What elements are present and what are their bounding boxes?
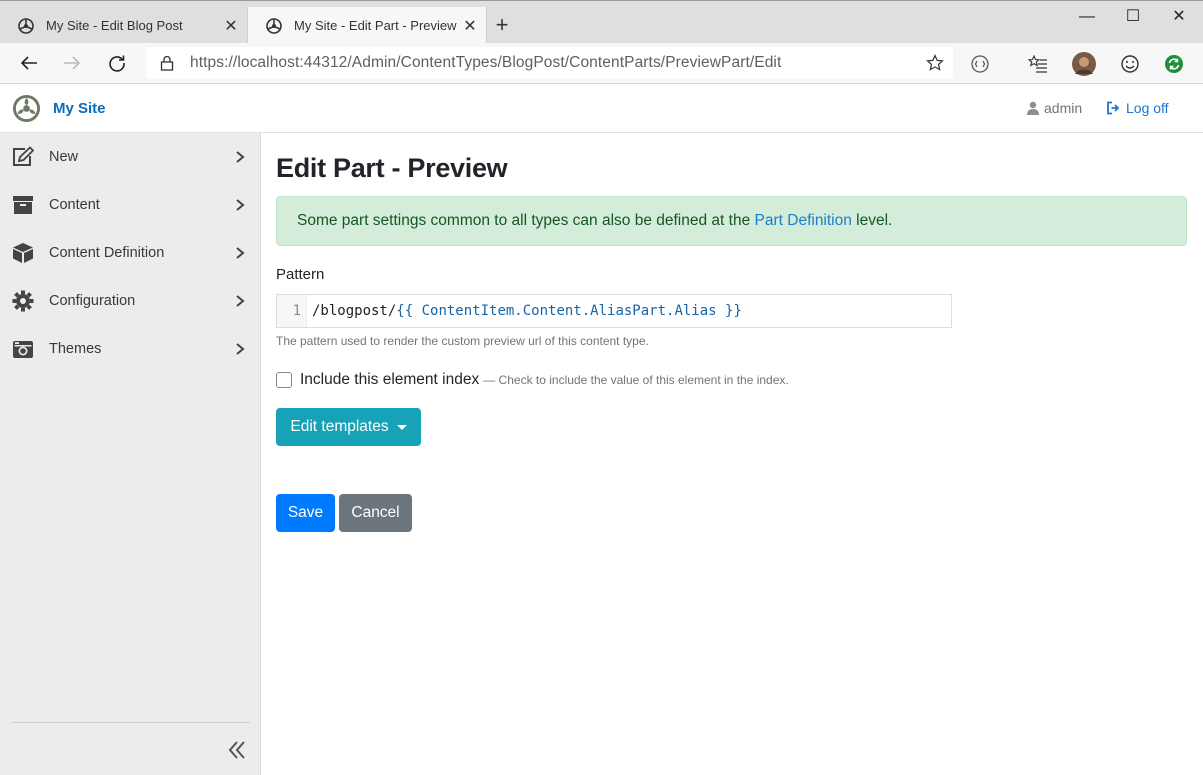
include-index-row: Include this element index — Check to in… — [276, 371, 789, 389]
sidebar-item-themes[interactable]: Themes — [0, 325, 261, 373]
sidebar-item-label: Configuration — [49, 293, 136, 309]
reader-mode-icon[interactable] — [967, 51, 993, 77]
info-alert: Some part settings common to all types c… — [276, 196, 1187, 246]
include-index-hint: — Check to include the value of this ele… — [483, 373, 789, 387]
forward-icon[interactable] — [57, 49, 87, 77]
new-tab-button[interactable]: + — [490, 13, 514, 37]
edit-templates-label: Edit templates — [290, 418, 389, 435]
sidebar-item-label: Content Definition — [49, 245, 165, 261]
close-tab-icon[interactable]: ✕ — [221, 16, 241, 36]
pattern-hint: The pattern used to render the custom pr… — [276, 334, 649, 348]
line-number: 1 — [277, 295, 307, 327]
sidebar-item-label: Themes — [49, 341, 102, 357]
orchard-logo-icon — [12, 94, 41, 123]
tab-title: My Site - Edit Part - Preview — [294, 18, 457, 33]
browser-tab-edit-part-preview[interactable]: My Site - Edit Part - Preview ✕ — [247, 7, 487, 44]
pattern-code: /blogpost/{{ ContentItem.Content.AliasPa… — [307, 295, 742, 327]
back-icon[interactable] — [14, 49, 44, 77]
edit-icon — [10, 145, 36, 169]
orchard-favicon-icon — [266, 17, 282, 34]
url-text: https://localhost:44312/Admin/ContentTyp… — [190, 54, 782, 71]
archive-icon — [10, 193, 36, 217]
chevron-right-icon — [236, 295, 245, 307]
site-brand[interactable]: My Site — [12, 94, 106, 123]
lock-icon — [160, 55, 174, 71]
caret-down-icon — [396, 424, 407, 430]
chevron-right-icon — [236, 247, 245, 259]
username: admin — [1044, 100, 1083, 116]
part-definition-link[interactable]: Part Definition — [755, 212, 852, 229]
sync-extension-icon[interactable] — [1161, 51, 1187, 77]
sidebar-item-content-definition[interactable]: Content Definition — [0, 229, 261, 277]
logoff-link[interactable]: Log off — [1106, 100, 1169, 116]
app-header: My Site admin Log off — [0, 84, 1203, 133]
orchard-favicon-icon — [18, 17, 34, 34]
address-bar-row: https://localhost:44312/Admin/ContentTyp… — [0, 43, 1203, 84]
sidebar-divider — [11, 722, 250, 723]
page-title: Edit Part - Preview — [276, 153, 508, 183]
favorite-star-icon[interactable] — [926, 54, 944, 72]
code-plain: /blogpost/ — [312, 303, 397, 319]
sidebar-item-new[interactable]: New — [0, 133, 261, 181]
include-index-checkbox[interactable] — [276, 372, 292, 388]
sidebar-item-content[interactable]: Content — [0, 181, 261, 229]
sidebar-item-label: Content — [49, 197, 100, 213]
pattern-label: Pattern — [276, 266, 325, 283]
user-icon — [1027, 101, 1039, 115]
tab-title: My Site - Edit Blog Post — [46, 18, 183, 33]
url-bar[interactable]: https://localhost:44312/Admin/ContentTyp… — [146, 47, 953, 79]
camera-retro-icon — [10, 337, 36, 361]
cube-icon — [10, 241, 36, 265]
alert-text-suffix: level. — [851, 212, 893, 229]
site-name: My Site — [53, 100, 106, 117]
code-liquid: {{ ContentItem.Content.AliasPart.Alias }… — [396, 303, 742, 319]
sidebar-item-configuration[interactable]: Configuration — [0, 277, 261, 325]
cancel-button[interactable]: Cancel — [339, 494, 412, 532]
close-window-icon[interactable]: ✕ — [1156, 5, 1202, 29]
favorites-list-icon[interactable] — [1025, 51, 1051, 77]
cog-icon — [10, 289, 36, 313]
browser-tab-bar: My Site - Edit Blog Post ✕ My Site - Edi… — [0, 0, 1203, 44]
sidebar-item-label: New — [49, 149, 79, 165]
user-menu[interactable]: admin — [1027, 100, 1082, 116]
admin-sidebar: New Content Content Definition Configura… — [0, 133, 261, 775]
alert-text-prefix: Some part settings common to all types c… — [297, 212, 755, 229]
sign-out-icon — [1107, 101, 1120, 115]
refresh-icon[interactable] — [102, 49, 132, 77]
save-button[interactable]: Save — [276, 494, 335, 532]
feedback-smiley-icon[interactable] — [1117, 51, 1143, 77]
logoff-label: Log off — [1126, 100, 1169, 116]
collapse-sidebar-icon[interactable] — [226, 739, 248, 761]
chevron-right-icon — [236, 343, 245, 355]
main-content: Edit Part - Preview Some part settings c… — [261, 133, 1203, 775]
browser-tab-edit-blog-post[interactable]: My Site - Edit Blog Post ✕ — [0, 7, 247, 44]
maximize-icon[interactable]: ☐ — [1110, 5, 1156, 29]
chevron-right-icon — [236, 199, 245, 211]
pattern-code-editor[interactable]: 1 /blogpost/{{ ContentItem.Content.Alias… — [276, 294, 952, 328]
include-index-label[interactable]: Include this element index — [300, 371, 479, 389]
minimize-icon[interactable]: — — [1064, 5, 1110, 29]
profile-avatar[interactable] — [1071, 51, 1097, 77]
close-tab-icon[interactable]: ✕ — [460, 16, 480, 36]
chevron-right-icon — [236, 151, 245, 163]
edit-templates-button[interactable]: Edit templates — [276, 408, 421, 446]
